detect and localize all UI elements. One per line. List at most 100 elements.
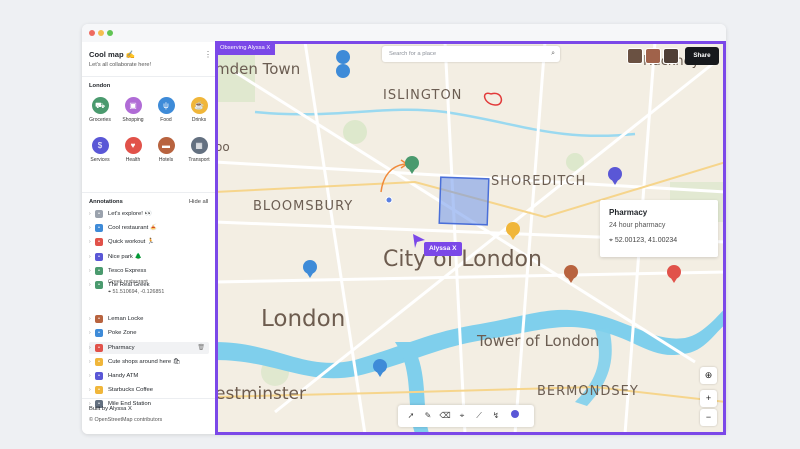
annotation-type-icon: • [95, 224, 103, 233]
annotation-item[interactable]: › • Pharmacy 🗑 [89, 341, 209, 354]
annotation-label: Leman Locke [108, 316, 144, 323]
maximize-window-dot[interactable] [107, 30, 113, 36]
chevron-right-icon[interactable]: › [89, 370, 91, 382]
chevron-right-icon[interactable]: › [89, 222, 91, 234]
category-hotels[interactable]: ▬ Hotels [150, 137, 182, 163]
search-icon[interactable]: ⌕ [551, 46, 555, 62]
marker-food-icon [336, 50, 351, 80]
annotation-type-icon: • [95, 343, 103, 352]
color-picker-button[interactable] [508, 409, 522, 423]
chevron-right-icon[interactable]: › [89, 356, 91, 368]
annotation-item[interactable]: › • Leman Locke [89, 313, 209, 325]
category-health[interactable]: ♥ Health [117, 137, 149, 163]
collaborator-avatar[interactable] [645, 48, 661, 64]
marker-health-icon [667, 265, 681, 283]
cursor-tool-icon[interactable]: ➚ [404, 409, 418, 423]
annotation-label: Cute shops around here 🛍 [108, 358, 181, 365]
chevron-right-icon[interactable]: › [89, 313, 91, 325]
map-title[interactable]: Cool map ✍ [89, 50, 135, 59]
search-input[interactable]: Search for a place ⌕ [382, 46, 560, 62]
annotation-type-icon: • [95, 386, 103, 395]
path-tool-icon[interactable]: ↯ [489, 409, 503, 423]
hide-all-button[interactable]: Hide all [189, 199, 208, 205]
annotation-type-icon: • [95, 281, 103, 289]
chevron-right-icon[interactable]: › [89, 327, 91, 339]
category-label: Food [160, 117, 172, 123]
popup-coords: ⌖ 52.00123, 41.00234 [609, 237, 677, 245]
zoom-out-button[interactable]: − [700, 409, 717, 426]
locate-button[interactable]: ⊕ [700, 367, 717, 384]
annotation-type-icon: • [95, 210, 103, 218]
category-drinks[interactable]: ☕ Drinks [183, 97, 215, 123]
line-tool-icon[interactable]: ⟋ [472, 409, 486, 423]
annotation-item[interactable]: › • Starbucks Coffee [89, 384, 209, 396]
annotation-item[interactable]: › • Cool restaurant 🍝 [89, 222, 209, 234]
zoom-in-button[interactable]: + [700, 390, 717, 407]
annotation-label: Nice park 🌲 [108, 253, 142, 260]
annotation-detail-text: Greek restaurant [108, 279, 148, 285]
category-label: Services [90, 157, 110, 163]
annotation-type-icon: • [95, 266, 103, 275]
trash-icon[interactable]: 🗑 [197, 342, 205, 354]
bed-icon: ▬ [157, 137, 175, 154]
marker-food-icon [303, 260, 317, 278]
more-options-icon[interactable]: ⋮ [204, 50, 212, 59]
annotation-label: Let's explore! 👀 [108, 211, 152, 217]
category-food[interactable]: ψ Food [150, 97, 182, 123]
category-transport[interactable]: ▦ Transport [183, 137, 215, 163]
chevron-right-icon[interactable]: › [89, 279, 91, 291]
marker-groceries-icon [405, 156, 419, 174]
pencil-tool-icon[interactable]: ✎ [421, 409, 435, 423]
chevron-right-icon[interactable]: › [89, 342, 91, 354]
popup-title: Pharmacy [609, 208, 648, 217]
heart-icon: ♥ [124, 137, 142, 154]
chevron-right-icon[interactable]: › [89, 236, 91, 248]
category-shopping[interactable]: ▣ Shopping [117, 97, 149, 123]
collaborator-avatar[interactable] [627, 48, 643, 64]
marker-tool-icon[interactable]: ⌖ [455, 409, 469, 423]
category-label: Health [125, 157, 141, 163]
category-services[interactable]: $ Services [84, 137, 116, 163]
place-popup[interactable]: Pharmacy 24 hour pharmacy ⌖ 52.00123, 41… [600, 200, 718, 257]
built-by-text[interactable]: Built by Alyssa X [89, 406, 132, 412]
chevron-right-icon[interactable]: › [89, 251, 91, 263]
popup-subtitle: 24 hour pharmacy [609, 222, 666, 229]
city-label: London [89, 83, 111, 89]
category-label: Hotels [158, 157, 174, 163]
annotation-item[interactable]: › • Quick workout 🏃 [89, 236, 209, 248]
drawing-toolbar: ➚ ✎ ⌫ ⌖ ⟋ ↯ [398, 405, 534, 427]
minimize-window-dot[interactable] [98, 30, 104, 36]
annotation-type-icon: • [95, 329, 103, 338]
marker-hotels-icon [564, 265, 578, 283]
collaborator-cursor-label: Alyssa X [424, 242, 462, 256]
chevron-right-icon[interactable]: › [89, 384, 91, 396]
annotation-item[interactable]: › • Handy ATM [89, 370, 209, 382]
close-window-dot[interactable] [89, 30, 95, 36]
bag-icon: ▣ [124, 97, 142, 114]
marker-drinks-icon [506, 222, 520, 240]
category-groceries[interactable]: ⛟ Groceries [84, 97, 116, 123]
category-label: Shopping [122, 117, 144, 123]
chevron-right-icon[interactable]: › [89, 208, 91, 220]
share-button[interactable]: Share [685, 47, 719, 65]
annotation-label: Handy ATM [108, 373, 139, 379]
map-subtitle[interactable]: Let's all collaborate here! [89, 62, 151, 68]
observing-badge[interactable]: Observing Alyssa X [215, 42, 276, 55]
annotation-item[interactable]: › • Poke Zone [89, 327, 209, 339]
coords-text: 51.510694, -0.126851 [112, 289, 165, 295]
annotation-item[interactable]: › • Nice park 🌲 [89, 251, 209, 263]
annotation-type-icon: • [95, 357, 103, 366]
annotation-item[interactable]: › • Cute shops around here 🛍 [89, 356, 209, 368]
annotation-label: Cool restaurant 🍝 [108, 225, 158, 232]
annotation-item[interactable]: › • Tesco Express [89, 265, 209, 277]
annotation-label: Tesco Express [108, 267, 147, 274]
chevron-right-icon[interactable]: › [89, 265, 91, 277]
osm-credit[interactable]: © OpenStreetMap contributors [89, 417, 162, 423]
annotation-item[interactable]: › • Let's explore! 👀 [89, 208, 209, 220]
collaborator-avatar[interactable] [663, 48, 679, 64]
popup-coords-text: 52.00123, 41.00234 [614, 237, 678, 244]
divider [82, 398, 215, 399]
divider [82, 76, 215, 77]
train-icon: ▦ [190, 137, 208, 154]
eraser-tool-icon[interactable]: ⌫ [438, 409, 452, 423]
